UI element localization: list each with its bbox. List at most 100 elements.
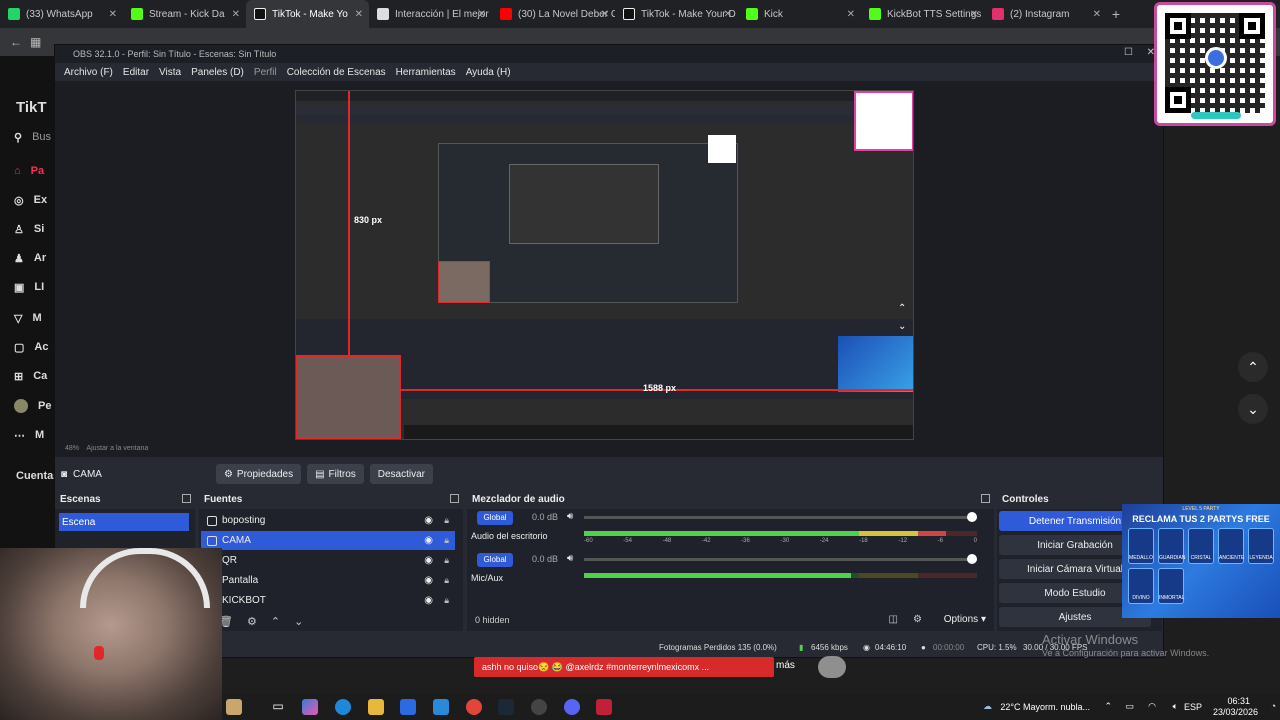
copilot-icon[interactable] (302, 699, 318, 715)
lock-icon[interactable]: 🔒︎ (444, 575, 449, 586)
filters-button[interactable]: ▤ Filtros (307, 464, 364, 484)
close-icon[interactable]: ✕ (724, 9, 732, 20)
notification-icon[interactable]: ◔ (1271, 701, 1276, 711)
lock-icon[interactable]: 🔒︎ (444, 555, 449, 566)
menu-vista[interactable]: Vista (154, 67, 186, 78)
popout-icon[interactable] (450, 494, 459, 503)
volume-icon[interactable]: 🔈︎ (1173, 701, 1178, 712)
preview-canvas[interactable]: 830 px 1588 px ⌃ ⌄ (55, 81, 1163, 445)
scene-item[interactable]: Escena (59, 513, 189, 531)
sidebar-item-upload[interactable]: ⊞ Ca (14, 365, 54, 387)
wifi-icon[interactable]: ◠ (1148, 701, 1156, 712)
source-item-pantalla[interactable]: Pantalla ◉ 🔒︎ (201, 571, 455, 590)
edge-icon[interactable] (335, 699, 351, 715)
language-indicator[interactable]: ESP (1184, 702, 1202, 712)
apps-icon[interactable]: ▦ (30, 35, 41, 49)
lock-icon[interactable]: 🔒︎ (444, 515, 449, 526)
fit-to-window-dropdown[interactable]: Ajustar a la ventana (86, 445, 148, 452)
browser-tab[interactable]: Stream - Kick Da ✕ (123, 0, 246, 28)
close-icon[interactable]: ✕ (601, 9, 609, 20)
widgets-icon[interactable] (226, 699, 242, 715)
menu-perfil[interactable]: Perfil (249, 67, 282, 78)
sidebar-item-explore[interactable]: ◎ Ex (14, 189, 54, 211)
sidebar-item-friends[interactable]: ♟ Ar (14, 247, 54, 269)
sidebar-item-following[interactable]: ♙ Si (14, 218, 54, 240)
menu-editar[interactable]: Editar (118, 67, 154, 78)
browser-tab[interactable]: (2) Instagram ✕ (984, 0, 1107, 28)
move-up-icon[interactable]: ⌃ (271, 615, 280, 628)
sidebar-item-messages[interactable]: ▽ M (14, 307, 54, 329)
menu-archivo[interactable]: Archivo (F) (59, 67, 118, 78)
close-icon[interactable]: ✕ (355, 9, 363, 20)
popout-icon[interactable] (981, 494, 990, 503)
visibility-eye-icon[interactable]: ◉ (424, 575, 433, 586)
clock-time[interactable]: 06:31 (1227, 696, 1250, 706)
new-tab-button[interactable]: + (1107, 6, 1125, 22)
global-badge[interactable]: Global (477, 553, 513, 567)
browser-tab[interactable]: KickBot TTS Settings ✕ (861, 0, 984, 28)
browser-tab[interactable]: Interacción | El mejor ✕ (369, 0, 492, 28)
lock-icon[interactable]: 🔒︎ (444, 595, 449, 606)
properties-button[interactable]: ⚙ Propiedades (215, 464, 302, 484)
maximize-icon[interactable]: ☐ (1124, 47, 1133, 58)
obs-icon[interactable] (531, 699, 547, 715)
volume-slider-knob[interactable] (967, 512, 977, 522)
layout-icon[interactable]: ◫ (889, 614, 898, 625)
scroll-down-button[interactable]: ⌄ (1238, 394, 1268, 424)
tiktok-logo[interactable]: TikT (16, 96, 56, 118)
discord-icon[interactable] (564, 699, 580, 715)
task-view-icon[interactable]: ▭ (270, 699, 286, 715)
close-icon[interactable]: ✕ (232, 9, 240, 20)
deactivate-button[interactable]: Desactivar (369, 464, 434, 484)
global-badge[interactable]: Global (477, 511, 513, 525)
menu-herramientas[interactable]: Herramientas (391, 67, 461, 78)
visibility-eye-icon[interactable]: ◉ (424, 515, 433, 526)
browser-tab[interactable]: Kick ✕ (738, 0, 861, 28)
selected-webcam-source[interactable] (296, 355, 401, 439)
sidebar-item-activity[interactable]: ▢ Ac (14, 336, 54, 358)
source-item-qr[interactable]: QR ◉ 🔒︎ (201, 551, 455, 570)
scroll-up-button[interactable]: ⌃ (1238, 352, 1268, 382)
menu-paneles[interactable]: Paneles (D) (186, 67, 249, 78)
steam-icon[interactable] (498, 699, 514, 715)
source-item-kickbot[interactable]: KICKBOT ◉ 🔒︎ (201, 591, 455, 610)
visibility-eye-icon[interactable]: ◉ (424, 555, 433, 566)
volume-slider-knob[interactable] (967, 554, 977, 564)
visibility-eye-icon[interactable]: ◉ (424, 595, 433, 606)
visibility-eye-icon[interactable]: ◉ (424, 535, 433, 546)
store-icon[interactable] (400, 699, 416, 715)
mail-icon[interactable] (433, 699, 449, 715)
browser-tab[interactable]: (33) WhatsApp ✕ (0, 0, 123, 28)
sidebar-item-foryou[interactable]: ⌂ Pa (14, 160, 54, 182)
chat-more-link[interactable]: más (776, 660, 795, 671)
gear-icon[interactable]: ⚙ (247, 615, 257, 628)
lock-icon[interactable]: 🔒︎ (444, 535, 449, 546)
speaker-icon[interactable]: 🔊︎ (567, 553, 573, 564)
chevron-up-icon[interactable]: ⌃ (1104, 701, 1112, 712)
clock-date[interactable]: 23/03/2026 (1213, 707, 1258, 717)
back-icon[interactable]: ← (10, 35, 22, 49)
search-input[interactable]: ⚲ Bus (14, 126, 54, 148)
volume-slider[interactable] (584, 512, 977, 522)
file-explorer-icon[interactable] (368, 699, 384, 715)
sidebar-item-more[interactable]: ⋯ M (14, 424, 54, 446)
volume-slider[interactable] (584, 554, 977, 564)
menu-ayuda[interactable]: Ayuda (H) (461, 67, 516, 78)
options-dropdown[interactable]: Options ▾ (944, 614, 986, 625)
browser-tab-active[interactable]: TikTok - Make Yo ✕ (246, 0, 369, 28)
source-item-boposting[interactable]: boposting ◉ 🔒︎ (201, 511, 455, 530)
popout-icon[interactable] (182, 494, 191, 503)
advanced-audio-icon[interactable]: ⚙ (913, 614, 922, 625)
browser-tab[interactable]: (30) La Novel Deber C ✕ (492, 0, 615, 28)
network-icon[interactable]: ▭ (1125, 701, 1134, 712)
close-icon[interactable]: ✕ (478, 9, 486, 20)
app-icon[interactable] (596, 699, 612, 715)
close-icon[interactable]: ✕ (109, 9, 117, 20)
menu-coleccion-escenas[interactable]: Colección de Escenas (282, 67, 391, 78)
source-item-cama[interactable]: CAMA ◉ 🔒︎ (201, 531, 455, 550)
browser-tab[interactable]: TikTok - Make Your D ✕ (615, 0, 738, 28)
close-icon[interactable]: ✕ (1093, 9, 1101, 20)
close-icon[interactable]: ✕ (847, 9, 855, 20)
close-icon[interactable]: ✕ (970, 9, 978, 20)
move-down-icon[interactable]: ⌄ (294, 615, 303, 628)
